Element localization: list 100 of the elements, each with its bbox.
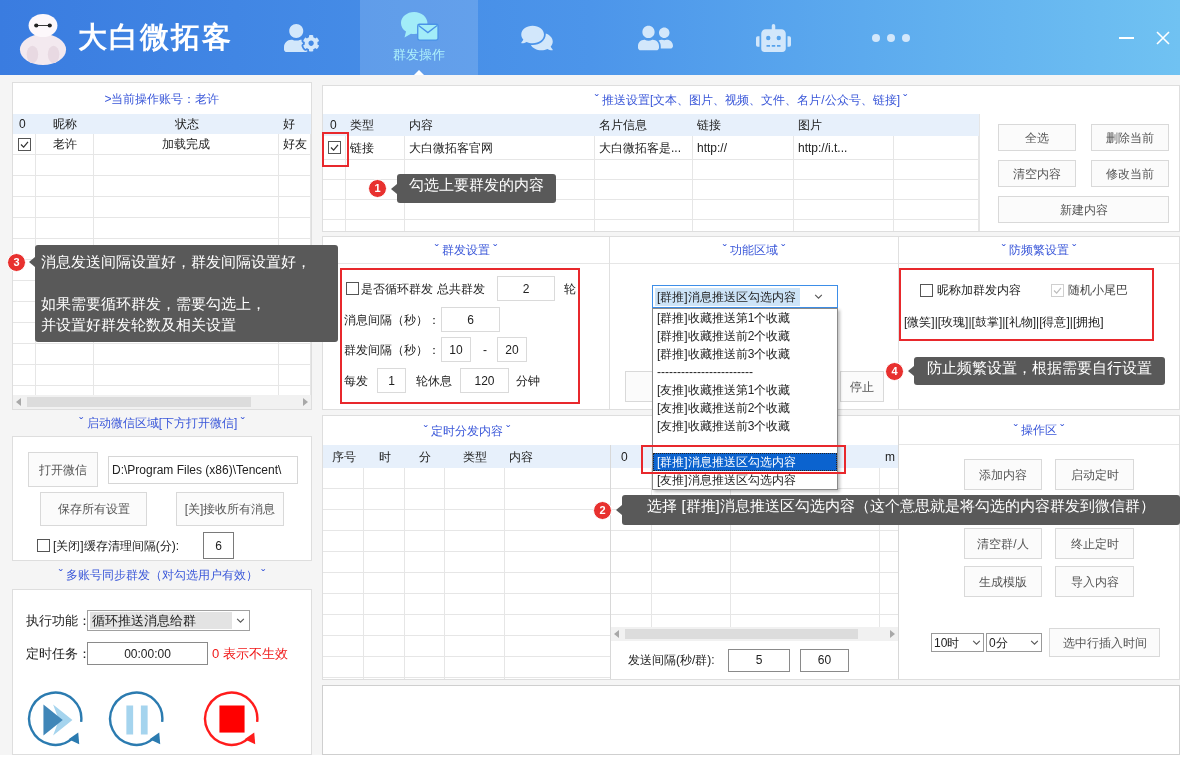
dropdown-option[interactable]: [群推]收藏推送第1个收藏 bbox=[653, 309, 837, 327]
label: [关闭]缓存清理间隔(分): bbox=[53, 537, 180, 555]
column-header: 昵称 bbox=[53, 116, 77, 133]
column-header: 0 bbox=[621, 448, 628, 466]
button[interactable]: [关]接收所有消息 bbox=[176, 492, 284, 526]
input-field[interactable]: 120 bbox=[460, 368, 509, 393]
callout-text: 勾选上要群发的内容 bbox=[409, 175, 544, 195]
label: 是否循环群发 bbox=[361, 280, 433, 298]
input-field[interactable]: 5 bbox=[728, 648, 790, 672]
caret-down-icon bbox=[814, 294, 823, 299]
input-field[interactable]: 6 bbox=[441, 307, 500, 332]
section-title: ˇ 功能区域 ˇ bbox=[722, 242, 786, 259]
button[interactable]: 终止定时 bbox=[1055, 528, 1134, 559]
callout-text: 防止频繁设置，根据需要自行设置 bbox=[927, 358, 1152, 378]
dropdown-option[interactable]: [友推]收藏推送前2个收藏 bbox=[653, 399, 837, 417]
label: 定时任务： bbox=[26, 644, 87, 663]
checkbox[interactable] bbox=[18, 137, 31, 151]
button[interactable]: 添加内容 bbox=[964, 459, 1042, 490]
hour-select[interactable]: 10时 bbox=[931, 633, 984, 652]
input-field[interactable]: 20 bbox=[497, 337, 527, 362]
check-icon bbox=[1053, 286, 1062, 294]
checkbox[interactable] bbox=[346, 282, 359, 295]
column-header: 状态 bbox=[174, 116, 199, 133]
time-field[interactable]: 00:00:00 bbox=[87, 642, 208, 665]
dropdown-option[interactable]: ------------------------ bbox=[653, 363, 837, 381]
path-field[interactable]: D:\Program Files (x86)\Tencent\ bbox=[108, 455, 298, 484]
dropdown-option[interactable]: [友推]消息推送区勾选内容 bbox=[653, 471, 837, 489]
label: 分钟 bbox=[516, 372, 540, 390]
dropdown-option[interactable]: [友推]收藏推送第1个收藏 bbox=[653, 381, 837, 399]
input-field[interactable]: 10 bbox=[441, 337, 471, 362]
button[interactable]: 生成模版 bbox=[964, 566, 1042, 597]
function-select[interactable]: [群推]消息推送区勾选内容 bbox=[652, 285, 838, 308]
callout-text: 并设置好群发轮数及相关设置 bbox=[41, 315, 236, 335]
input-field[interactable]: 1 bbox=[377, 368, 406, 393]
column-header: 链接 bbox=[697, 117, 721, 134]
check-icon bbox=[20, 140, 29, 148]
dropdown-option[interactable]: [群推]收藏推送前3个收藏 bbox=[653, 345, 837, 363]
table-cell: http:// bbox=[693, 136, 794, 160]
input-field[interactable]: 6 bbox=[203, 532, 234, 559]
label: 每发 bbox=[344, 372, 368, 390]
scroll-left-icon[interactable] bbox=[614, 630, 619, 638]
chat-bubbles-icon bbox=[521, 23, 553, 52]
users-icon bbox=[637, 23, 673, 52]
robot-icon bbox=[755, 23, 791, 52]
play-icon[interactable] bbox=[27, 691, 85, 749]
label: 消息间隔（秒）： bbox=[344, 311, 441, 329]
stop-button[interactable]: 停止 bbox=[840, 371, 884, 402]
input-field[interactable]: 2 bbox=[497, 276, 555, 301]
highlight-frame bbox=[322, 132, 349, 167]
button[interactable]: 删除当前 bbox=[1091, 124, 1169, 151]
function-select[interactable]: 循环推送消息给群 bbox=[87, 610, 250, 631]
column-header: 序号 bbox=[331, 448, 356, 466]
minute-select[interactable]: 0分 bbox=[986, 633, 1042, 652]
label: 执行功能： bbox=[26, 611, 87, 630]
label: 总共群发 bbox=[437, 280, 485, 298]
section-title: ˇ 多账号同步群发（对勾选用户有效） ˇ bbox=[58, 567, 266, 584]
scrollbar[interactable] bbox=[13, 395, 311, 409]
section-title: ˇ 启动微信区域[下方打开微信] ˇ bbox=[79, 415, 245, 432]
button[interactable]: 全选 bbox=[998, 124, 1076, 151]
close-icon[interactable] bbox=[1156, 30, 1170, 45]
button[interactable]: 清空群/人 bbox=[964, 528, 1042, 559]
section-title: ˇ 操作区 ˇ bbox=[1013, 422, 1065, 439]
stop-icon[interactable] bbox=[203, 691, 261, 749]
hint-text: 0 表示不生效 bbox=[212, 644, 288, 663]
open-wechat-button[interactable]: 打开微信 bbox=[28, 452, 98, 487]
column-header: 内容 bbox=[509, 448, 533, 466]
button[interactable]: 启动定时 bbox=[1055, 459, 1134, 490]
section-title: >当前操作账号：老许 bbox=[104, 90, 220, 108]
input-field[interactable]: 60 bbox=[800, 648, 849, 672]
label: 随机小尾巴 bbox=[1068, 282, 1128, 299]
checkbox[interactable] bbox=[37, 539, 50, 552]
chat-mail-icon bbox=[399, 10, 439, 41]
minimize-icon[interactable] bbox=[1119, 36, 1134, 39]
scroll-right-icon[interactable] bbox=[303, 398, 308, 406]
button[interactable]: 选中行插入时间 bbox=[1049, 628, 1160, 657]
button[interactable]: 修改当前 bbox=[1091, 160, 1169, 187]
scroll-left-icon[interactable] bbox=[16, 398, 21, 406]
section-title: ˇ 防频繁设置 ˇ bbox=[1001, 242, 1077, 259]
scrollbar[interactable] bbox=[611, 627, 898, 641]
button[interactable] bbox=[625, 371, 652, 402]
button[interactable]: 保存所有设置 bbox=[40, 492, 147, 526]
dropdown-option[interactable]: [友推]收藏推送前3个收藏 bbox=[653, 417, 837, 435]
button[interactable]: 新建内容 bbox=[998, 196, 1169, 223]
label: 发送间隔(秒/群): bbox=[628, 652, 716, 669]
dropdown-option[interactable]: [群推]消息推送区勾选内容 bbox=[653, 453, 837, 471]
callout-text: 选择 [群推]消息推送区勾选内容（这个意思就是将勾选的内容群发到微信群） bbox=[647, 496, 1155, 516]
checkbox[interactable] bbox=[920, 283, 933, 297]
column-header: m bbox=[885, 448, 895, 466]
table-cell: 大白微拓客官网 bbox=[405, 136, 595, 160]
table-cell: 链接 bbox=[346, 136, 405, 160]
checkbox[interactable] bbox=[328, 141, 341, 154]
caret-down-icon bbox=[972, 640, 981, 645]
label: 轮休息 bbox=[416, 372, 452, 390]
scroll-right-icon[interactable] bbox=[890, 630, 895, 638]
pause-icon[interactable] bbox=[108, 691, 166, 749]
section-title: ˇ 群发设置 ˇ bbox=[434, 242, 498, 259]
dropdown-option[interactable]: [群推]收藏推送前2个收藏 bbox=[653, 327, 837, 345]
message-field[interactable] bbox=[322, 685, 1180, 755]
button[interactable]: 清空内容 bbox=[998, 160, 1076, 187]
button[interactable]: 导入内容 bbox=[1055, 566, 1134, 597]
